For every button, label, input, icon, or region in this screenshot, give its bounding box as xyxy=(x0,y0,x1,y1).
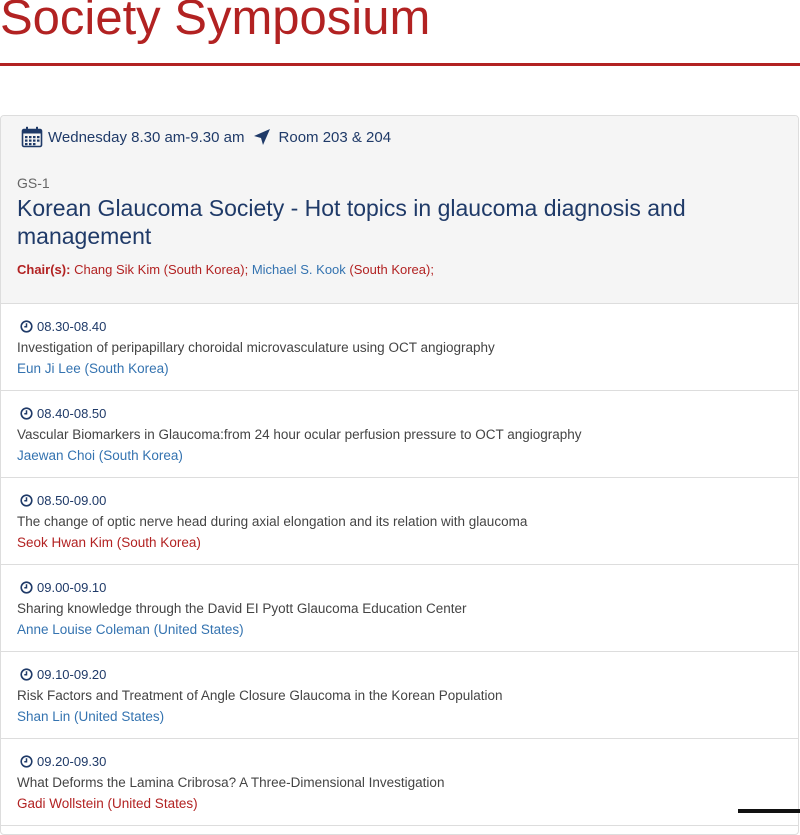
talk-speaker[interactable]: Eun Ji Lee (South Korea) xyxy=(17,361,169,376)
talk-time-text: 09.20-09.30 xyxy=(37,754,107,769)
session-code: GS-1 xyxy=(17,175,50,191)
talk-time-text: 09.00-09.10 xyxy=(37,580,107,595)
talk-speaker[interactable]: Jaewan Choi (South Korea) xyxy=(17,448,183,463)
talk-item: 08.50-09.00 The change of optic nerve he… xyxy=(1,478,798,565)
chairs-label: Chair(s): xyxy=(17,262,71,277)
session-title: Korean Glaucoma Society - Hot topics in … xyxy=(17,195,686,249)
talk-time: 09.00-09.10 xyxy=(20,580,106,595)
session-panel: Wednesday 8.30 am-9.30 am Room 203 & 204… xyxy=(0,115,799,835)
session-day-time: Wednesday 8.30 am-9.30 am xyxy=(48,128,245,146)
talk-time-text: 08.50-09.00 xyxy=(37,493,107,508)
talk-speaker[interactable]: Anne Louise Coleman (United States) xyxy=(17,622,244,637)
calendar-icon xyxy=(21,126,43,148)
talk-speaker[interactable]: Gadi Wollstein (United States) xyxy=(17,796,198,811)
talk-speaker[interactable]: Seok Hwan Kim (South Korea) xyxy=(17,535,201,550)
talk-time: 08.30-08.40 xyxy=(20,319,106,334)
chair-name[interactable]: Chang Sik Kim (South Korea); xyxy=(74,262,248,277)
talk-item: 09.00-09.10 Sharing knowledge through th… xyxy=(1,565,798,652)
session-meta: Wednesday 8.30 am-9.30 am Room 203 & 204 xyxy=(21,126,391,148)
talk-item: 08.40-08.50 Vascular Biomarkers in Glauc… xyxy=(1,391,798,478)
talk-time-text: 08.30-08.40 xyxy=(37,319,107,334)
chair-country: (South Korea); xyxy=(349,262,434,277)
clock-icon xyxy=(20,755,33,768)
session-header: Wednesday 8.30 am-9.30 am Room 203 & 204… xyxy=(1,116,798,304)
clock-icon xyxy=(20,407,33,420)
clock-icon xyxy=(20,494,33,507)
talk-time-text: 08.40-08.50 xyxy=(37,406,107,421)
talk-item: 08.30-08.40 Investigation of peripapilla… xyxy=(1,304,798,391)
clock-icon xyxy=(20,581,33,594)
talk-title: Sharing knowledge through the David EI P… xyxy=(17,601,467,616)
clock-icon xyxy=(20,668,33,681)
title-divider xyxy=(0,63,800,66)
session-room: Room 203 & 204 xyxy=(278,128,392,146)
chair-name[interactable]: Michael S. Kook xyxy=(252,262,346,277)
clock-icon xyxy=(20,320,33,333)
talk-title: Risk Factors and Treatment of Angle Clos… xyxy=(17,688,503,703)
talk-time: 08.40-08.50 xyxy=(20,406,106,421)
page-title: Society Symposium xyxy=(0,0,431,45)
scroll-indicator xyxy=(738,809,800,813)
talk-time: 08.50-09.00 xyxy=(20,493,106,508)
talk-title: Investigation of peripapillary choroidal… xyxy=(17,340,495,355)
talk-item: 09.10-09.20 Risk Factors and Treatment o… xyxy=(1,652,798,739)
talk-speaker[interactable]: Shan Lin (United States) xyxy=(17,709,164,724)
talk-time-text: 09.10-09.20 xyxy=(37,667,107,682)
talk-title: Vascular Biomarkers in Glaucoma:from 24 … xyxy=(17,427,582,442)
talk-time: 09.20-09.30 xyxy=(20,754,106,769)
talk-time: 09.10-09.20 xyxy=(20,667,106,682)
talk-title: What Deforms the Lamina Cribrosa? A Thre… xyxy=(17,775,445,790)
session-chairs: Chair(s): Chang Sik Kim (South Korea); M… xyxy=(17,262,434,277)
talk-title: The change of optic nerve head during ax… xyxy=(17,514,528,529)
location-arrow-icon xyxy=(253,128,271,146)
